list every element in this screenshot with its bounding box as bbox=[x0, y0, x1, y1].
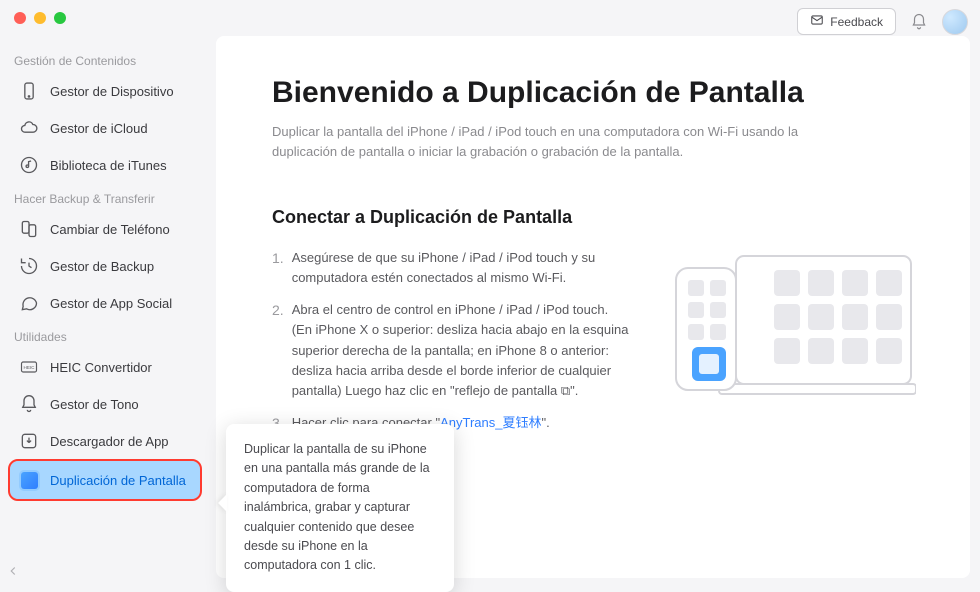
sidebar-item-heic-converter[interactable]: HEIC HEIC Convertidor bbox=[10, 350, 200, 384]
envelope-icon bbox=[810, 13, 824, 30]
sidebar-item-label: Biblioteca de iTunes bbox=[50, 158, 167, 173]
step-number: 1. bbox=[272, 248, 284, 288]
app-download-icon bbox=[18, 430, 40, 452]
sidebar-item-device-manager[interactable]: Gestor de Dispositivo bbox=[10, 74, 200, 108]
sidebar-item-label: Duplicación de Pantalla bbox=[50, 473, 186, 488]
sidebar-item-label: Gestor de Dispositivo bbox=[50, 84, 174, 99]
sidebar-item-ringtone-manager[interactable]: Gestor de Tono bbox=[10, 387, 200, 421]
device-connect-link[interactable]: AnyTrans_夏钰林 bbox=[440, 415, 541, 430]
step-1: 1. Asegúrese de que su iPhone / iPad / i… bbox=[272, 248, 632, 288]
tooltip-text: Duplicar la pantalla de su iPhone en una… bbox=[244, 442, 430, 572]
feedback-button[interactable]: Feedback bbox=[797, 8, 896, 35]
sidebar-item-label: HEIC Convertidor bbox=[50, 360, 152, 375]
svg-text:HEIC: HEIC bbox=[24, 365, 36, 370]
sidebar-item-app-downloader[interactable]: Descargador de App bbox=[10, 424, 200, 458]
sidebar-item-label: Gestor de iCloud bbox=[50, 121, 148, 136]
collapse-sidebar-button[interactable] bbox=[6, 564, 24, 582]
phone-swap-icon bbox=[18, 218, 40, 240]
window-controls bbox=[14, 12, 66, 24]
mirroring-illustration bbox=[662, 248, 920, 410]
sidebar: Gestión de Contenidos Gestor de Disposit… bbox=[0, 36, 210, 588]
bell-icon bbox=[18, 393, 40, 415]
sidebar-item-label: Gestor de App Social bbox=[50, 296, 172, 311]
user-avatar[interactable] bbox=[942, 9, 968, 35]
clock-refresh-icon bbox=[18, 255, 40, 277]
page-subtitle: Duplicar la pantalla del iPhone / iPad /… bbox=[272, 122, 832, 161]
connect-heading: Conectar a Duplicación de Pantalla bbox=[272, 207, 920, 228]
notifications-button[interactable] bbox=[906, 9, 932, 35]
sidebar-item-label: Gestor de Tono bbox=[50, 397, 139, 412]
step-number: 2. bbox=[272, 300, 284, 401]
step3-suffix: ". bbox=[541, 415, 549, 430]
sidebar-section-backup: Hacer Backup & Transferir bbox=[14, 192, 196, 206]
page-title: Bienvenido a Duplicación de Pantalla bbox=[272, 76, 920, 110]
step-text: Asegúrese de que su iPhone / iPad / iPod… bbox=[292, 248, 632, 288]
topbar: Feedback bbox=[797, 8, 968, 35]
mirroring-tooltip: Duplicar la pantalla de su iPhone en una… bbox=[226, 424, 454, 592]
sidebar-item-phone-switcher[interactable]: Cambiar de Teléfono bbox=[10, 212, 200, 246]
screen-mirror-icon bbox=[18, 469, 40, 491]
sidebar-section-utilities: Utilidades bbox=[14, 330, 196, 344]
chat-icon bbox=[18, 292, 40, 314]
minimize-window-button[interactable] bbox=[34, 12, 46, 24]
sidebar-section-contents: Gestión de Contenidos bbox=[14, 54, 196, 68]
sidebar-item-label: Descargador de App bbox=[50, 434, 169, 449]
sidebar-item-backup-manager[interactable]: Gestor de Backup bbox=[10, 249, 200, 283]
music-note-icon bbox=[18, 154, 40, 176]
sidebar-item-social-app-manager[interactable]: Gestor de App Social bbox=[10, 286, 200, 320]
close-window-button[interactable] bbox=[14, 12, 26, 24]
sidebar-item-itunes-library[interactable]: Biblioteca de iTunes bbox=[10, 148, 200, 182]
sidebar-item-icloud-manager[interactable]: Gestor de iCloud bbox=[10, 111, 200, 145]
sidebar-item-label: Gestor de Backup bbox=[50, 259, 154, 274]
heic-icon: HEIC bbox=[18, 356, 40, 378]
step-text: Abra el centro de control en iPhone / iP… bbox=[292, 300, 632, 401]
feedback-label: Feedback bbox=[830, 15, 883, 29]
sidebar-item-screen-mirroring[interactable]: Duplicación de Pantalla bbox=[10, 461, 200, 499]
fullscreen-window-button[interactable] bbox=[54, 12, 66, 24]
cloud-icon bbox=[18, 117, 40, 139]
sidebar-item-label: Cambiar de Teléfono bbox=[50, 222, 170, 237]
step-2: 2. Abra el centro de control en iPhone /… bbox=[272, 300, 632, 401]
phone-icon bbox=[18, 80, 40, 102]
